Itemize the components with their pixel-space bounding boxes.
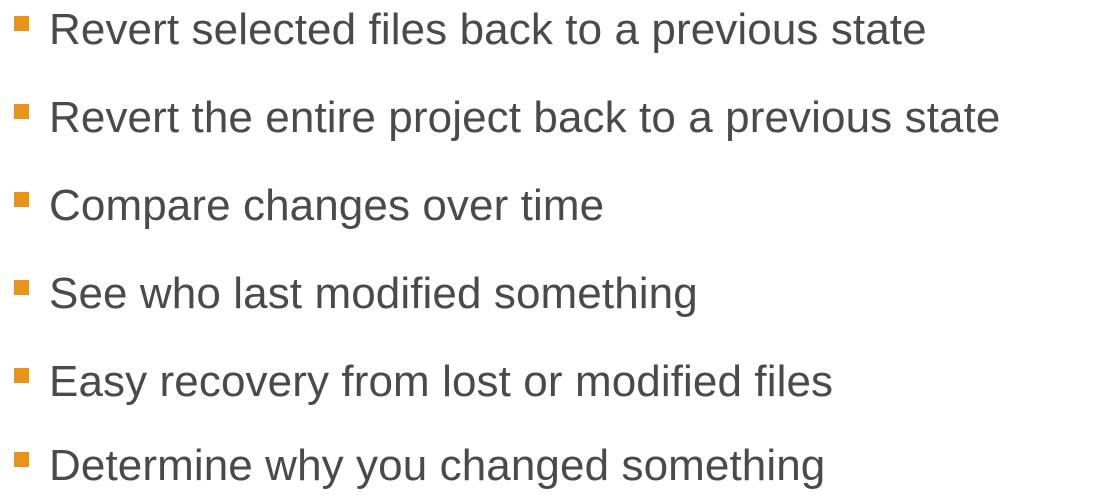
square-bullet-icon <box>14 451 29 467</box>
square-bullet-icon <box>14 367 29 383</box>
bullet-text: Easy recovery from lost or modified file… <box>49 357 834 406</box>
bullet-item: Determine why you changed something <box>14 436 825 495</box>
bullet-text: Revert the entire project back to a prev… <box>49 93 1001 142</box>
square-bullet-icon <box>14 279 29 295</box>
bullet-text: Compare changes over time <box>49 181 605 230</box>
bullet-text: Revert selected files back to a previous… <box>49 5 927 54</box>
bullet-item: Revert the entire project back to a prev… <box>14 88 1001 148</box>
bullet-text: See who last modified something <box>49 269 698 318</box>
bullet-item: Revert selected files back to a previous… <box>14 0 927 60</box>
bullet-item: Compare changes over time <box>14 176 604 236</box>
bullet-item: See who last modified something <box>14 264 698 324</box>
slide: Revert selected files back to a previous… <box>0 0 1097 495</box>
square-bullet-icon <box>14 103 29 119</box>
bullet-item: Easy recovery from lost or modified file… <box>14 352 833 412</box>
square-bullet-icon <box>14 191 29 207</box>
bullet-text: Determine why you changed something <box>49 441 826 490</box>
square-bullet-icon <box>14 15 29 31</box>
